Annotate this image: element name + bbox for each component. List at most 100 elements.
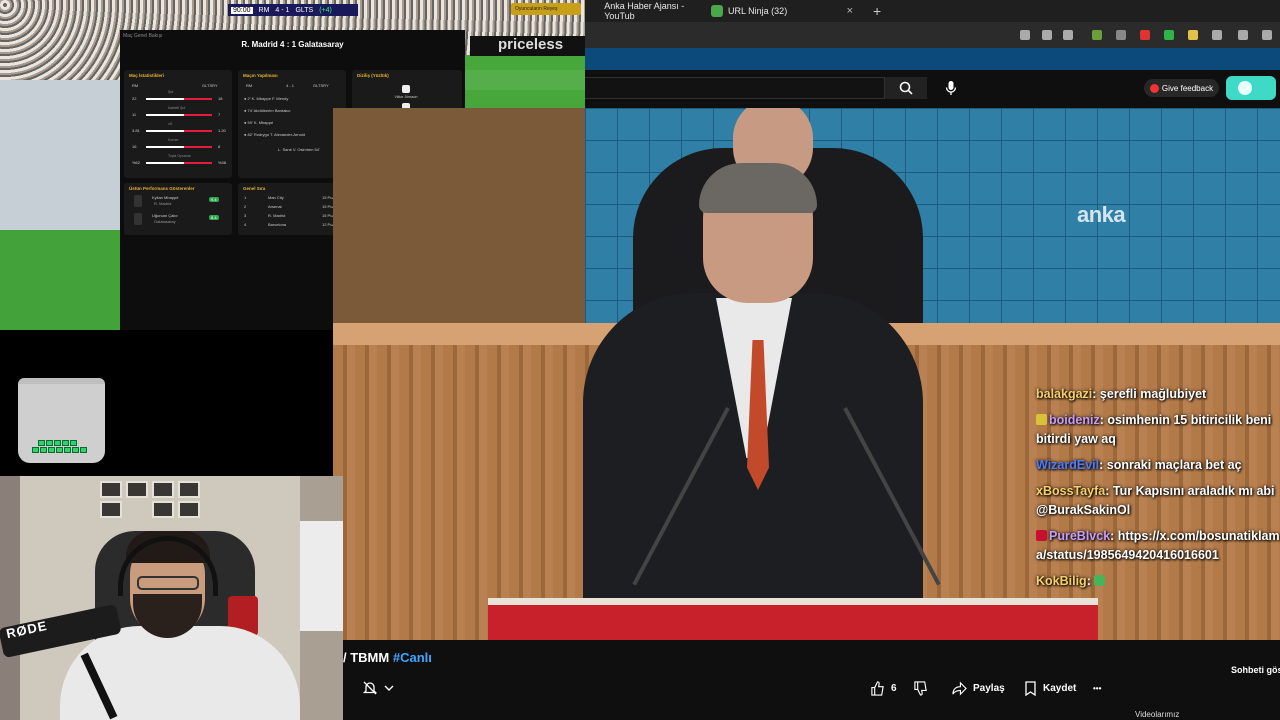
stat-bar-away (184, 98, 212, 100)
scorer-footer: L. Sané V. Osimhen 54' (278, 147, 320, 152)
glasses (137, 576, 199, 590)
extension-icon[interactable] (1188, 30, 1198, 40)
dislike-button[interactable] (913, 678, 928, 698)
performer-rating: 9.4 (209, 197, 219, 202)
card-title: Maç İstatistikleri (129, 73, 165, 78)
chat-separator: : (1105, 484, 1113, 498)
podium (488, 605, 1098, 640)
panel-header: Maç Genel Bakışı (123, 33, 163, 39)
chat-username[interactable]: KokBilig (1036, 574, 1087, 588)
home-abbr: RM (132, 83, 139, 88)
match-stats-card: Maç İstatistikleri RM GLTSRY 22 Şut 18 11 İs… (124, 70, 232, 178)
more-actions-button[interactable]: ••• (1093, 678, 1101, 698)
event-banner: Oyuncuların Reyeş (511, 3, 581, 15)
search-button[interactable] (885, 77, 927, 99)
chat-message: boideniz: osimhenin 15 bitiricilik beni … (1036, 411, 1280, 449)
goal-event: ● 59' K. Mbappé (244, 120, 274, 125)
chat-username[interactable]: xBossTayfa (1036, 484, 1105, 498)
chat-username[interactable]: WizardEvil (1036, 458, 1099, 472)
show-chat-button[interactable]: Sohbeti gös (1231, 665, 1280, 675)
share-icon (952, 681, 967, 695)
dugout-pitch (0, 230, 120, 330)
card-title: Genel Sıra (243, 186, 266, 191)
stat-bar-home (146, 162, 184, 164)
speaker-hair (699, 163, 817, 213)
wall-frame (152, 481, 174, 498)
chat-username[interactable]: PureBlvck (1049, 529, 1110, 543)
stat-label: Topla Oynama (168, 154, 191, 158)
new-tab-button[interactable]: + (873, 0, 893, 22)
stat-home: %62 (132, 160, 141, 165)
extension-icon[interactable] (1116, 30, 1126, 40)
translate-icon[interactable] (1020, 30, 1030, 40)
wall-frame (100, 501, 122, 518)
tab-url-ninja[interactable]: URL Ninja (32) × (699, 0, 859, 22)
jar-cube (48, 447, 55, 453)
performer-rating: 8.4 (209, 215, 219, 220)
video-title: / TBMM #Canlı (343, 650, 432, 665)
save-button[interactable]: Kaydet (1024, 678, 1076, 698)
chat-message: WizardEvil: sonraki maçlara bet aç (1036, 456, 1280, 475)
chat-username[interactable]: balakgazi (1036, 387, 1092, 401)
voice-search-button[interactable] (938, 77, 964, 99)
stat-label: xG (168, 122, 173, 126)
standings-card: Genel Sıra 1 Man City 15 Puan 2 Arsenal 15 Pu… (238, 183, 346, 235)
channel-watermark: anka (1077, 202, 1126, 227)
apps-icon[interactable] (1042, 30, 1052, 40)
jar-cube (62, 440, 69, 446)
jar-cube (32, 447, 39, 453)
thumbs-down-icon (914, 680, 927, 696)
microphone-icon (945, 81, 957, 95)
title-text: / TBMM (343, 650, 390, 665)
extension-icon[interactable] (1140, 30, 1150, 40)
performer-name: Kylian Mbappé (152, 195, 179, 200)
share-label: Paylaş (973, 682, 1005, 694)
jar-cube (40, 447, 47, 453)
tab-label: Anka Haber Ajansı - YouTub (604, 1, 685, 21)
refresh-icon[interactable] (1212, 30, 1222, 40)
search-icon (899, 81, 913, 95)
standing-team: Arsenal (268, 204, 282, 209)
score-bug: 90:00 RM 4 - 1 GLTS (+4) (228, 4, 358, 16)
chat-message: xBossTayfa: Tur Kapısını araladık mı abi… (1036, 482, 1280, 520)
chat-message: PureBlvck: https://x.com/bosunatiklama/s… (1036, 527, 1280, 565)
top-performers-card: Üstün Performans Gösterenler Kylian Mbap… (124, 183, 232, 235)
chat-message: balakgazi: şerefli mağlubiyet (1036, 385, 1280, 404)
close-icon[interactable]: × (847, 5, 853, 17)
stat-bar-away (184, 130, 212, 132)
menu-icon[interactable] (1262, 30, 1272, 40)
extension-icon[interactable] (1092, 30, 1102, 40)
jar-cube (56, 447, 63, 453)
standing-team: Man City (268, 195, 284, 200)
chat-username[interactable]: boideniz (1049, 413, 1100, 427)
match-score: 4 - 1 (275, 6, 290, 14)
chat-text: sonraki maçlara bet aç (1106, 458, 1242, 472)
share-button[interactable]: Paylaş (952, 678, 1005, 698)
standing-pos: 1 (244, 195, 247, 200)
away-team: GLTS (295, 6, 314, 14)
stat-label: Korner (168, 138, 179, 142)
standing-pos: 3 (244, 213, 247, 218)
search-input[interactable] (585, 77, 885, 99)
home-abbr: RM (246, 83, 253, 88)
user-badge-icon (1036, 530, 1047, 541)
stat-bar-home (146, 130, 184, 132)
extension-icon[interactable] (1164, 30, 1174, 40)
home-team: RM (258, 6, 270, 14)
standing-pos: 4 (244, 222, 247, 227)
tab-anka-youtube[interactable]: Anka Haber Ajansı - YouTub (585, 0, 710, 22)
address-bar[interactable] (585, 22, 1280, 48)
feedback-label: Give feedback (1161, 83, 1214, 93)
jar-cube (72, 447, 79, 453)
chat-message: KokBilig: (1036, 572, 1280, 591)
bookmark-star-icon[interactable] (1063, 30, 1073, 40)
sidebar-icon[interactable] (1238, 30, 1248, 40)
jar-cube (54, 440, 61, 446)
stat-label: İsabetli Şut (168, 106, 186, 110)
live-hashtag[interactable]: #Canlı (393, 650, 432, 665)
stat-home: 22 (132, 96, 137, 101)
give-feedback-button[interactable]: Give feedback (1144, 79, 1219, 97)
notification-button[interactable] (362, 678, 407, 698)
account-button[interactable] (1226, 76, 1276, 100)
like-button[interactable]: 6 (870, 678, 897, 698)
